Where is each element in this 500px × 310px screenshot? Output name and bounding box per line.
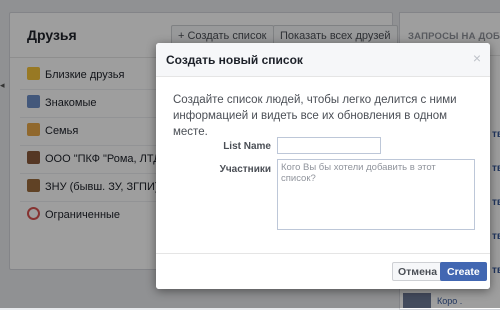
- dialog-title: Создать новый список: [166, 53, 303, 67]
- create-list-dialog: Создать новый список × Создайте список л…: [156, 43, 490, 289]
- members-input[interactable]: [277, 159, 475, 230]
- create-button[interactable]: Create: [440, 262, 487, 281]
- list-name-label: List Name: [223, 141, 271, 152]
- close-icon[interactable]: ×: [473, 51, 481, 65]
- list-name-input[interactable]: [277, 137, 381, 154]
- dialog-header: Создать новый список ×: [156, 43, 490, 77]
- dialog-footer: Отмена Create: [156, 253, 490, 289]
- cancel-button[interactable]: Отмена: [392, 262, 444, 281]
- dialog-description: Создайте список людей, чтобы легко делит…: [173, 94, 457, 138]
- members-label: Участники: [219, 164, 271, 175]
